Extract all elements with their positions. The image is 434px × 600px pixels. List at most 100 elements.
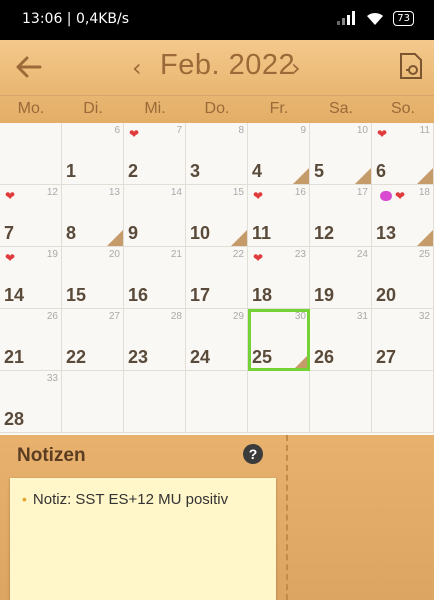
cycle-day-label: 10 [356,125,368,136]
day-cell-4[interactable]: 94 [248,123,310,185]
day-cell-14[interactable]: 19 ❤ 14 [0,247,62,309]
day-number: 17 [190,285,211,305]
day-cell-11[interactable]: 16 ❤ 11 [248,185,310,247]
cycle-day-label: 8 [238,125,244,136]
calendar-settings-icon[interactable] [399,52,423,80]
cycle-day-label: 18 [418,187,430,198]
note-corner-icon [293,168,309,184]
day-cell-8[interactable]: 13 8 [62,185,124,247]
day-cell-23[interactable]: 28 23 [124,309,186,371]
note-corner-icon [417,168,433,184]
day-cell-20[interactable]: 25 20 [372,247,434,309]
notes-section: Notizen ? • Notiz: SST ES+12 MU positiv [0,435,434,600]
day-cell-22[interactable]: 27 22 [62,309,124,371]
day-cell-9[interactable]: 14 9 [124,185,186,247]
note-item: • Notiz: SST ES+12 MU positiv [22,491,229,508]
day-number: 18 [252,285,273,305]
cycle-day-label: 11 [419,125,430,136]
day-cell-19[interactable]: 24 19 [310,247,372,309]
status-bar: 13:06 | 0,4KB/s 73 [0,0,434,40]
day-number: 2 [128,161,139,181]
cycle-day-label: 7 [176,125,182,136]
calendar-grid: 6 1 7 ❤ 2 8 3 9 4 10 5 11 ❤ 6 12 ❤ 7 13 8 14 9 15 10 16 ❤ 11 17 12 1… [0,123,434,435]
day-number: 14 [4,285,25,305]
day-number: 26 [314,347,335,367]
day-number: 5 [314,161,325,181]
day-cell-2[interactable]: 7 ❤ 2 [124,123,186,185]
prev-month-button[interactable]: ‹ [132,54,142,82]
heart-icon: ❤ [253,189,264,203]
day-cell-16[interactable]: 21 16 [124,247,186,309]
day-number: 23 [128,347,149,367]
day-number: 3 [190,161,201,181]
note-corner-icon [231,230,247,246]
weekday-sa: Sa. [328,100,353,117]
cycle-day-label: 33 [46,373,58,384]
help-icon[interactable]: ? [243,444,263,464]
day-number: 7 [4,223,15,243]
weekday-fr: Fr. [269,100,289,117]
today-highlight [248,309,310,371]
back-arrow-icon[interactable] [14,53,44,81]
day-number: 11 [252,223,272,243]
bullet-icon: • [22,491,27,507]
day-number: 4 [252,161,263,181]
cycle-day-label: 23 [294,249,306,260]
weekday-mo: Mo. [17,100,45,117]
day-cell-24[interactable]: 29 24 [186,309,248,371]
weekday-row: Mo. Di. Mi. Do. Fr. Sa. So. [0,95,434,126]
day-cell-12[interactable]: 17 12 [310,185,372,247]
weekday-mi: Mi. [144,100,166,117]
heart-icon: ❤ [395,189,406,203]
empty-cell [248,371,310,433]
cycle-day-label: 24 [356,249,368,260]
day-number: 20 [376,285,397,305]
day-number: 9 [128,223,139,243]
notes-title: Notizen [17,445,86,466]
day-cell-13[interactable]: 18 ❤ 13 [372,185,434,247]
heart-icon: ❤ [377,127,388,141]
cycle-day-label: 15 [232,187,244,198]
day-cell-26[interactable]: 31 26 [310,309,372,371]
note-card[interactable]: • Notiz: SST ES+12 MU positiv [10,478,276,600]
day-cell-17[interactable]: 22 17 [186,247,248,309]
notes-divider [286,435,288,600]
day-number: 28 [4,409,25,429]
battery-icon: 73 [393,10,414,26]
cycle-day-label: 22 [232,249,244,260]
day-cell-5[interactable]: 10 5 [310,123,372,185]
day-cell-28[interactable]: 33 28 [0,371,62,433]
day-cell-18[interactable]: 23 ❤ 18 [248,247,310,309]
empty-cell [124,371,186,433]
day-number: 15 [66,285,87,305]
day-number: 24 [190,347,211,367]
day-number: 16 [128,285,149,305]
cycle-day-label: 21 [170,249,182,260]
day-cell-3[interactable]: 83 [186,123,248,185]
day-cell-27[interactable]: 32 27 [372,309,434,371]
day-number: 10 [190,223,211,243]
cycle-day-label: 20 [108,249,120,260]
day-cell-1[interactable]: 61 [62,123,124,185]
heart-icon: ❤ [129,127,140,141]
empty-cell [372,371,434,433]
day-number: 22 [66,347,87,367]
day-cell-7[interactable]: 12 ❤ 7 [0,185,62,247]
empty-cell [186,371,248,433]
weekday-so: So. [390,100,415,117]
cycle-day-label: 13 [108,187,120,198]
day-number: 6 [376,161,387,181]
cycle-day-label: 6 [114,125,120,136]
day-cell-21[interactable]: 26 21 [0,309,62,371]
day-cell-10[interactable]: 15 10 [186,185,248,247]
note-corner-icon [417,230,433,246]
note-corner-icon [355,168,371,184]
day-number: 8 [66,223,77,243]
note-corner-icon [107,230,123,246]
cycle-day-label: 26 [46,311,58,322]
day-number: 19 [314,285,335,305]
day-cell-15[interactable]: 20 15 [62,247,124,309]
next-month-button[interactable]: › [291,54,301,82]
day-cell-6[interactable]: 11 ❤ 6 [372,123,434,185]
day-number: 1 [66,161,77,181]
